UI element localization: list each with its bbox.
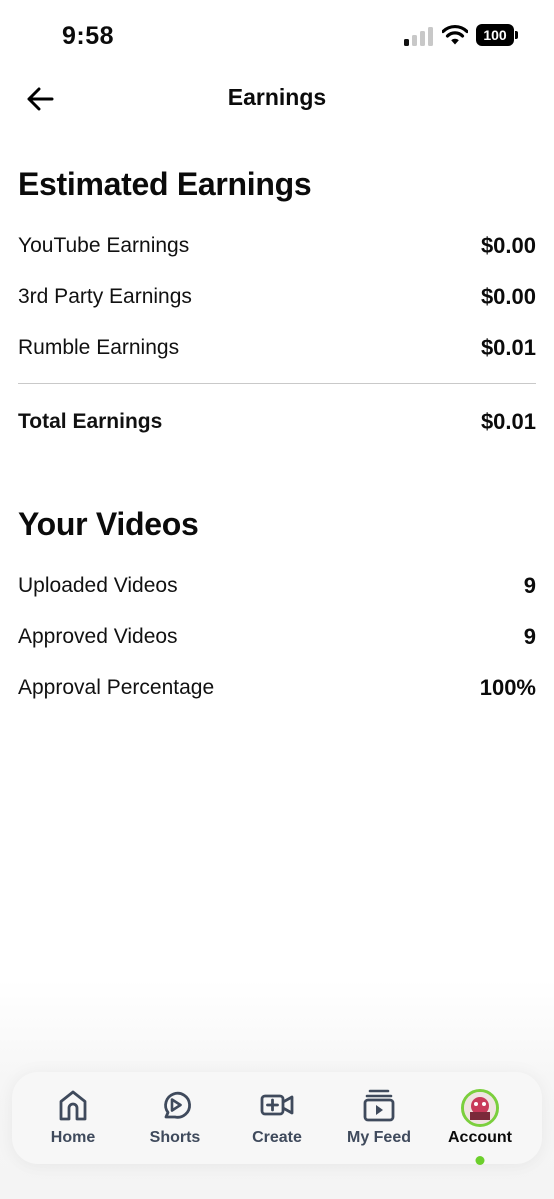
nav-label-shorts: Shorts (149, 1129, 201, 1146)
nav-label-create: Create (252, 1129, 302, 1146)
status-time: 9:58 (62, 22, 115, 50)
nav-item-my-feed[interactable]: My Feed (329, 1072, 429, 1164)
nav-label-home: Home (50, 1129, 96, 1146)
row-label: Approved Videos (18, 625, 178, 648)
home-icon (59, 1090, 87, 1121)
total-label: Total Earnings (18, 410, 163, 433)
row-value: 100% (479, 675, 536, 700)
total-value: $0.01 (480, 409, 536, 434)
feed-icon (363, 1089, 395, 1122)
header: Earnings (0, 70, 554, 128)
earnings-page: 9:58 100 Earnings Estimated Earnings You… (0, 0, 554, 1199)
bottom-nav: Home Shorts Create My Feed Account (12, 1072, 542, 1165)
row-label: Uploaded Videos (18, 574, 178, 597)
earnings-row-third-party: 3rd Party Earnings $0.00 (18, 281, 536, 313)
row-label: YouTube Earnings (18, 234, 190, 257)
nav-label-my-feed: My Feed (346, 1129, 411, 1146)
divider (18, 383, 536, 384)
videos-row-approved: Approved Videos 9 (18, 621, 536, 653)
status-bar: 9:58 100 (0, 0, 554, 70)
battery-icon: 100 (476, 24, 518, 46)
earnings-row-rumble: Rumble Earnings $0.01 (18, 332, 536, 364)
row-value: $0.00 (480, 284, 536, 309)
shorts-icon (164, 1091, 191, 1119)
nav-item-home[interactable]: Home (23, 1072, 123, 1164)
videos-row-approval-percentage: Approval Percentage 100% (18, 672, 536, 704)
earnings-row-youtube: YouTube Earnings $0.00 (18, 230, 536, 262)
row-value: $0.01 (480, 335, 536, 360)
battery-level: 100 (476, 24, 514, 46)
earnings-section-title: Estimated Earnings (18, 166, 312, 202)
row-label: Rumble Earnings (18, 336, 180, 359)
active-indicator-dot (475, 1156, 485, 1165)
nav-item-shorts[interactable]: Shorts (125, 1072, 225, 1164)
create-video-icon (260, 1094, 294, 1116)
row-label: Approval Percentage (18, 676, 215, 699)
row-label: 3rd Party Earnings (18, 285, 192, 308)
videos-row-uploaded: Uploaded Videos 9 (18, 570, 536, 602)
earnings-row-total: Total Earnings $0.01 (18, 406, 536, 438)
row-value: 9 (523, 624, 536, 649)
page-title: Earnings (227, 84, 327, 110)
nav-item-account[interactable]: Account (430, 1072, 530, 1165)
nav-label-account: Account (448, 1129, 512, 1146)
avatar (461, 1089, 499, 1127)
row-value: $0.00 (480, 233, 536, 258)
videos-section-title: Your Videos (18, 506, 199, 542)
nav-item-create[interactable]: Create (227, 1072, 327, 1164)
row-value: 9 (523, 573, 536, 598)
cellular-signal-icon (404, 27, 434, 46)
wifi-icon (441, 24, 469, 46)
